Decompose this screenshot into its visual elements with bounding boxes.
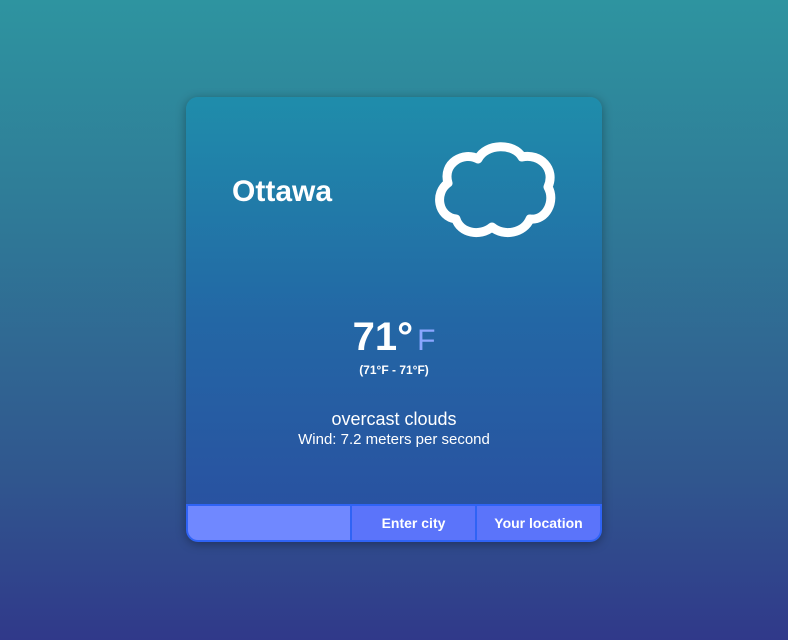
city-name: Ottawa bbox=[232, 175, 333, 208]
temperature-range: (71°F - 71°F) bbox=[359, 363, 429, 377]
weather-description: overcast clouds bbox=[331, 409, 457, 429]
cloud-icon bbox=[435, 142, 556, 238]
enter-city-button[interactable]: Enter city bbox=[350, 504, 477, 542]
weather-card: Ottawa 71° F (71°F - 71°F) overcast cloud… bbox=[186, 97, 602, 542]
your-location-button[interactable]: Your location bbox=[475, 504, 602, 542]
temperature-value: 71° bbox=[352, 315, 414, 359]
city-input[interactable] bbox=[186, 504, 352, 542]
wind-info: Wind: 7.2 meters per second bbox=[298, 431, 490, 448]
temperature-unit[interactable]: F bbox=[417, 324, 435, 357]
controls-bar: Enter city Your location bbox=[186, 504, 602, 542]
temperature-display: 71° F bbox=[186, 315, 602, 360]
